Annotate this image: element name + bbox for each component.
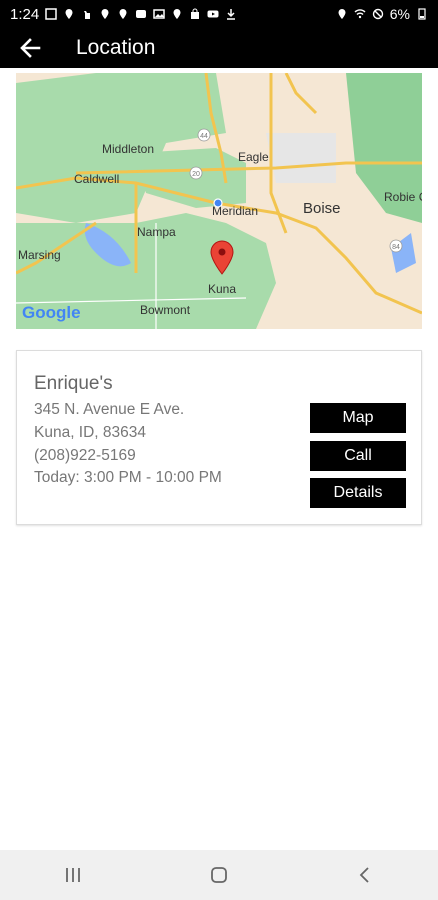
home-icon <box>211 867 227 883</box>
current-location-dot <box>213 198 223 208</box>
calendar-icon <box>45 8 57 20</box>
system-nav-bar <box>0 850 438 900</box>
address-line-1: 345 N. Avenue E Ave. <box>34 401 185 418</box>
youtube-icon <box>207 10 219 18</box>
map-label-marsing: Marsing <box>18 248 61 262</box>
hand-icon <box>84 11 91 19</box>
details-button[interactable]: Details <box>310 478 406 508</box>
map-label-nampa: Nampa <box>137 225 176 239</box>
app-icon <box>136 10 147 18</box>
address-line-2: Kuna, ID, 83634 <box>34 424 147 441</box>
chevron-left-icon <box>359 867 369 883</box>
location-icon <box>119 9 127 19</box>
back-nav-button[interactable] <box>335 855 395 895</box>
map-view[interactable]: 44 20 84 Middleton Eagle Caldwell Meridi… <box>16 73 422 329</box>
map-label-middleton: Middleton <box>102 142 154 156</box>
map-image: 44 20 84 Middleton Eagle Caldwell Meridi… <box>16 73 422 329</box>
google-logo: Google <box>22 303 81 322</box>
location-icon <box>173 9 181 19</box>
home-button[interactable] <box>189 855 249 895</box>
map-label-boise: Boise <box>303 200 341 217</box>
map-label-bowmont: Bowmont <box>140 303 191 317</box>
download-icon <box>227 9 236 20</box>
call-button[interactable]: Call <box>310 441 406 471</box>
map-label-eagle: Eagle <box>238 150 269 164</box>
bag-icon <box>191 8 200 19</box>
map-label-caldwell: Caldwell <box>74 172 119 186</box>
battery-icon <box>418 8 426 20</box>
wifi-icon <box>354 9 366 19</box>
do-not-disturb-icon <box>372 8 383 20</box>
notification-icons <box>45 8 237 20</box>
road-shield: 20 <box>192 171 200 178</box>
status-bar: 1:24 6% <box>0 0 438 28</box>
arrow-left-icon <box>20 38 41 58</box>
back-button[interactable] <box>10 28 50 68</box>
image-icon <box>153 9 165 19</box>
map-button[interactable]: Map <box>310 403 406 433</box>
map-label-robie: Robie C <box>384 190 422 204</box>
road-shield: 44 <box>200 133 208 140</box>
recent-apps-button[interactable] <box>43 855 103 895</box>
battery-percent: 6% <box>389 6 410 22</box>
business-name: Enrique's <box>34 373 113 394</box>
status-time: 1:24 <box>10 5 40 23</box>
app-bar: Location <box>0 28 438 68</box>
system-icons: 6% <box>336 6 428 22</box>
location-icon <box>101 9 109 19</box>
location-card: Enrique's 345 N. Avenue E Ave. Kuna, ID,… <box>16 350 422 525</box>
page-title: Location <box>76 36 156 59</box>
recent-apps-icon <box>66 868 80 882</box>
road-shield: 84 <box>392 244 400 251</box>
location-icon <box>65 9 73 19</box>
phone-number: (208)922-5169 <box>34 447 136 464</box>
location-icon <box>338 9 346 19</box>
map-label-kuna: Kuna <box>208 282 236 296</box>
hours-text: Today: 3:00 PM - 10:00 PM <box>34 469 222 486</box>
